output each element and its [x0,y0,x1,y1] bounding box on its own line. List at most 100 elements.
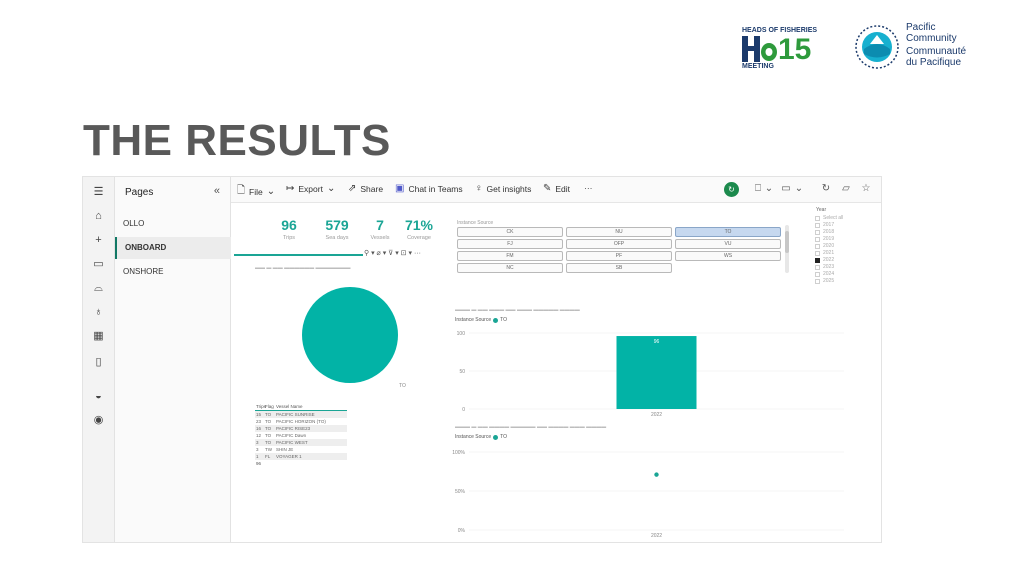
page-tab-onboard[interactable]: ONBOARD [115,237,231,259]
checkbox-icon[interactable] [815,229,820,235]
year-filter-item[interactable]: 2020 [815,243,834,249]
slicer-scrollbar[interactable] [785,225,789,273]
chevron-down-icon[interactable]: ⌄ [792,182,806,196]
year-filter-item[interactable]: 2021 [815,250,834,256]
kpi-label: Sea days [325,235,349,241]
scatter-point[interactable] [654,472,659,477]
year-filter-item[interactable]: 2023 [815,264,834,270]
browse-icon[interactable]: ▭ [91,257,106,271]
year-filter-label: 2022 [823,257,835,263]
more-options-button[interactable]: ··· [584,183,593,193]
checkbox-icon[interactable] [815,257,820,263]
chevron-down-icon: ⌄ [266,186,276,197]
slicer-button-ws[interactable]: WS [675,251,781,261]
table-row[interactable]: 23 TO PACIFIC HORIZON (TO) [255,418,347,425]
year-filter-item[interactable]: Select all [815,215,843,221]
checkbox-icon[interactable] [815,222,820,228]
x-tick-label: 2022 [651,412,662,418]
y-tick-label: 50% [455,489,466,495]
year-filter-label: 2020 [823,243,835,249]
year-filter-item[interactable]: 2017 [815,222,834,228]
learn-icon[interactable]: ▯ [91,355,106,369]
favorite-star-icon[interactable]: ☆ [859,182,873,196]
slicer-button-vu[interactable]: VU [675,239,781,249]
create-icon[interactable]: + [91,233,106,247]
reset-icon[interactable]: ↻ [724,182,739,197]
goals-icon[interactable]: ♁ [91,305,106,319]
slicer-button-nu[interactable]: NU [566,227,672,237]
edit-button[interactable]: ✎ Edit [543,183,570,194]
table-row[interactable]: 3 TO PACIFIC WEST [255,439,347,446]
page-tab-ollo[interactable]: OLLO [115,213,231,235]
home-icon[interactable]: ⌂ [91,209,106,223]
chat-in-teams-label: Chat in Teams [408,183,463,194]
checkbox-icon[interactable] [815,236,820,242]
view-icon[interactable]: ▭ [779,182,793,196]
table-cell: PACIFIC SUNRISE [276,412,315,417]
table-row[interactable]: 12 TO PACIFIC Dawn [255,432,347,439]
slicer-button-fj[interactable]: FJ [457,239,563,249]
refresh-icon[interactable]: ↻ [819,182,833,196]
kpi-vessels[interactable]: 7 Vessels [358,217,402,241]
slicer-button-sb[interactable]: SB [566,263,672,273]
year-filter-item[interactable]: 2019 [815,236,834,242]
checkbox-icon[interactable] [815,243,820,249]
spc-logo-line: Pacific [906,22,936,33]
table-row[interactable]: 1 FL VOYAGER 1 [255,453,347,460]
edit-label: Edit [555,183,571,194]
slicer-scroll-thumb[interactable] [785,231,789,253]
year-filter-item[interactable]: 2018 [815,229,834,235]
table-row[interactable]: 16 TO PACIFIC RISE23 [255,425,347,432]
checkbox-icon[interactable] [815,271,820,277]
kpi-trips[interactable]: 96 Trips [267,217,311,241]
year-filter-item[interactable]: 2025 [815,278,834,284]
page-tab-onshore[interactable]: ONSHORE [115,261,231,283]
hamburger-menu-icon[interactable]: ☰ [91,185,106,199]
checkbox-icon[interactable] [815,264,820,270]
visual-header-icons[interactable]: ⚲ ▾ ⌀ ▾ ⊽ ▾ ⊡ ▾ ··· [364,249,421,257]
teams-icon: ▣ [395,183,405,194]
year-filter-item[interactable]: 2024 [815,271,834,277]
slicer-button-to[interactable]: TO [675,227,781,237]
column-header[interactable]: Trips [255,403,266,410]
apps-icon[interactable]: ▦ [91,329,106,343]
table-cell: FL [265,454,271,459]
bar[interactable] [616,336,697,409]
kpi-label: Vessels [370,235,390,241]
workspaces-icon[interactable]: ◒ [91,389,106,403]
kpi-coverage[interactable]: 71% Coverage [397,217,441,241]
collapse-pane-icon[interactable]: « [214,185,220,197]
data-hub-icon[interactable]: ⌓ [91,281,106,295]
checkbox-icon[interactable] [815,215,820,221]
export-icon: ↦ [286,183,295,194]
slicer-button-fm[interactable]: FM [457,251,563,261]
kpi-sea-days[interactable]: 579 Sea days [315,217,359,241]
column-header[interactable]: Vessel Name [276,403,347,410]
get-insights-button[interactable]: ♀ Get insights [475,183,531,194]
hof-logo-number: 15 [778,33,812,66]
slicer-title: Instance Source [457,220,494,226]
chevron-down-icon[interactable]: ⌄ [762,182,776,196]
slicer-button-ofp[interactable]: OFP [566,239,672,249]
share-button[interactable]: ⇗ Share [348,183,383,194]
file-menu-button[interactable]: 🗋 File ⌄ [237,183,275,200]
account-avatar-icon[interactable]: ◉ [91,413,106,427]
checkbox-icon[interactable] [815,250,820,256]
pie-chart-slice[interactable] [302,287,398,383]
y-tick-label: 0 [462,407,465,413]
export-menu-button[interactable]: ↦ Export ⌄ [286,183,335,194]
checkbox-icon[interactable] [815,278,820,284]
table-cell: SHIN JE [276,447,294,452]
column-header[interactable]: Flag [265,403,276,410]
table-row[interactable]: 15 TO PACIFIC SUNRISE [255,411,347,418]
comment-icon[interactable]: ▱ [839,182,853,196]
kpi-underline [234,254,363,256]
table-row[interactable]: 3 TW SHIN JE [255,446,347,453]
year-filter-item[interactable]: 2022 [815,257,834,263]
year-filter-label: Select all [823,215,844,221]
slicer-button-pf[interactable]: PF [566,251,672,261]
slicer-button-nc[interactable]: NC [457,263,563,273]
export-menu-label: Export [298,183,323,194]
slicer-button-ck[interactable]: CK [457,227,563,237]
chat-in-teams-button[interactable]: ▣ Chat in Teams [395,183,463,194]
